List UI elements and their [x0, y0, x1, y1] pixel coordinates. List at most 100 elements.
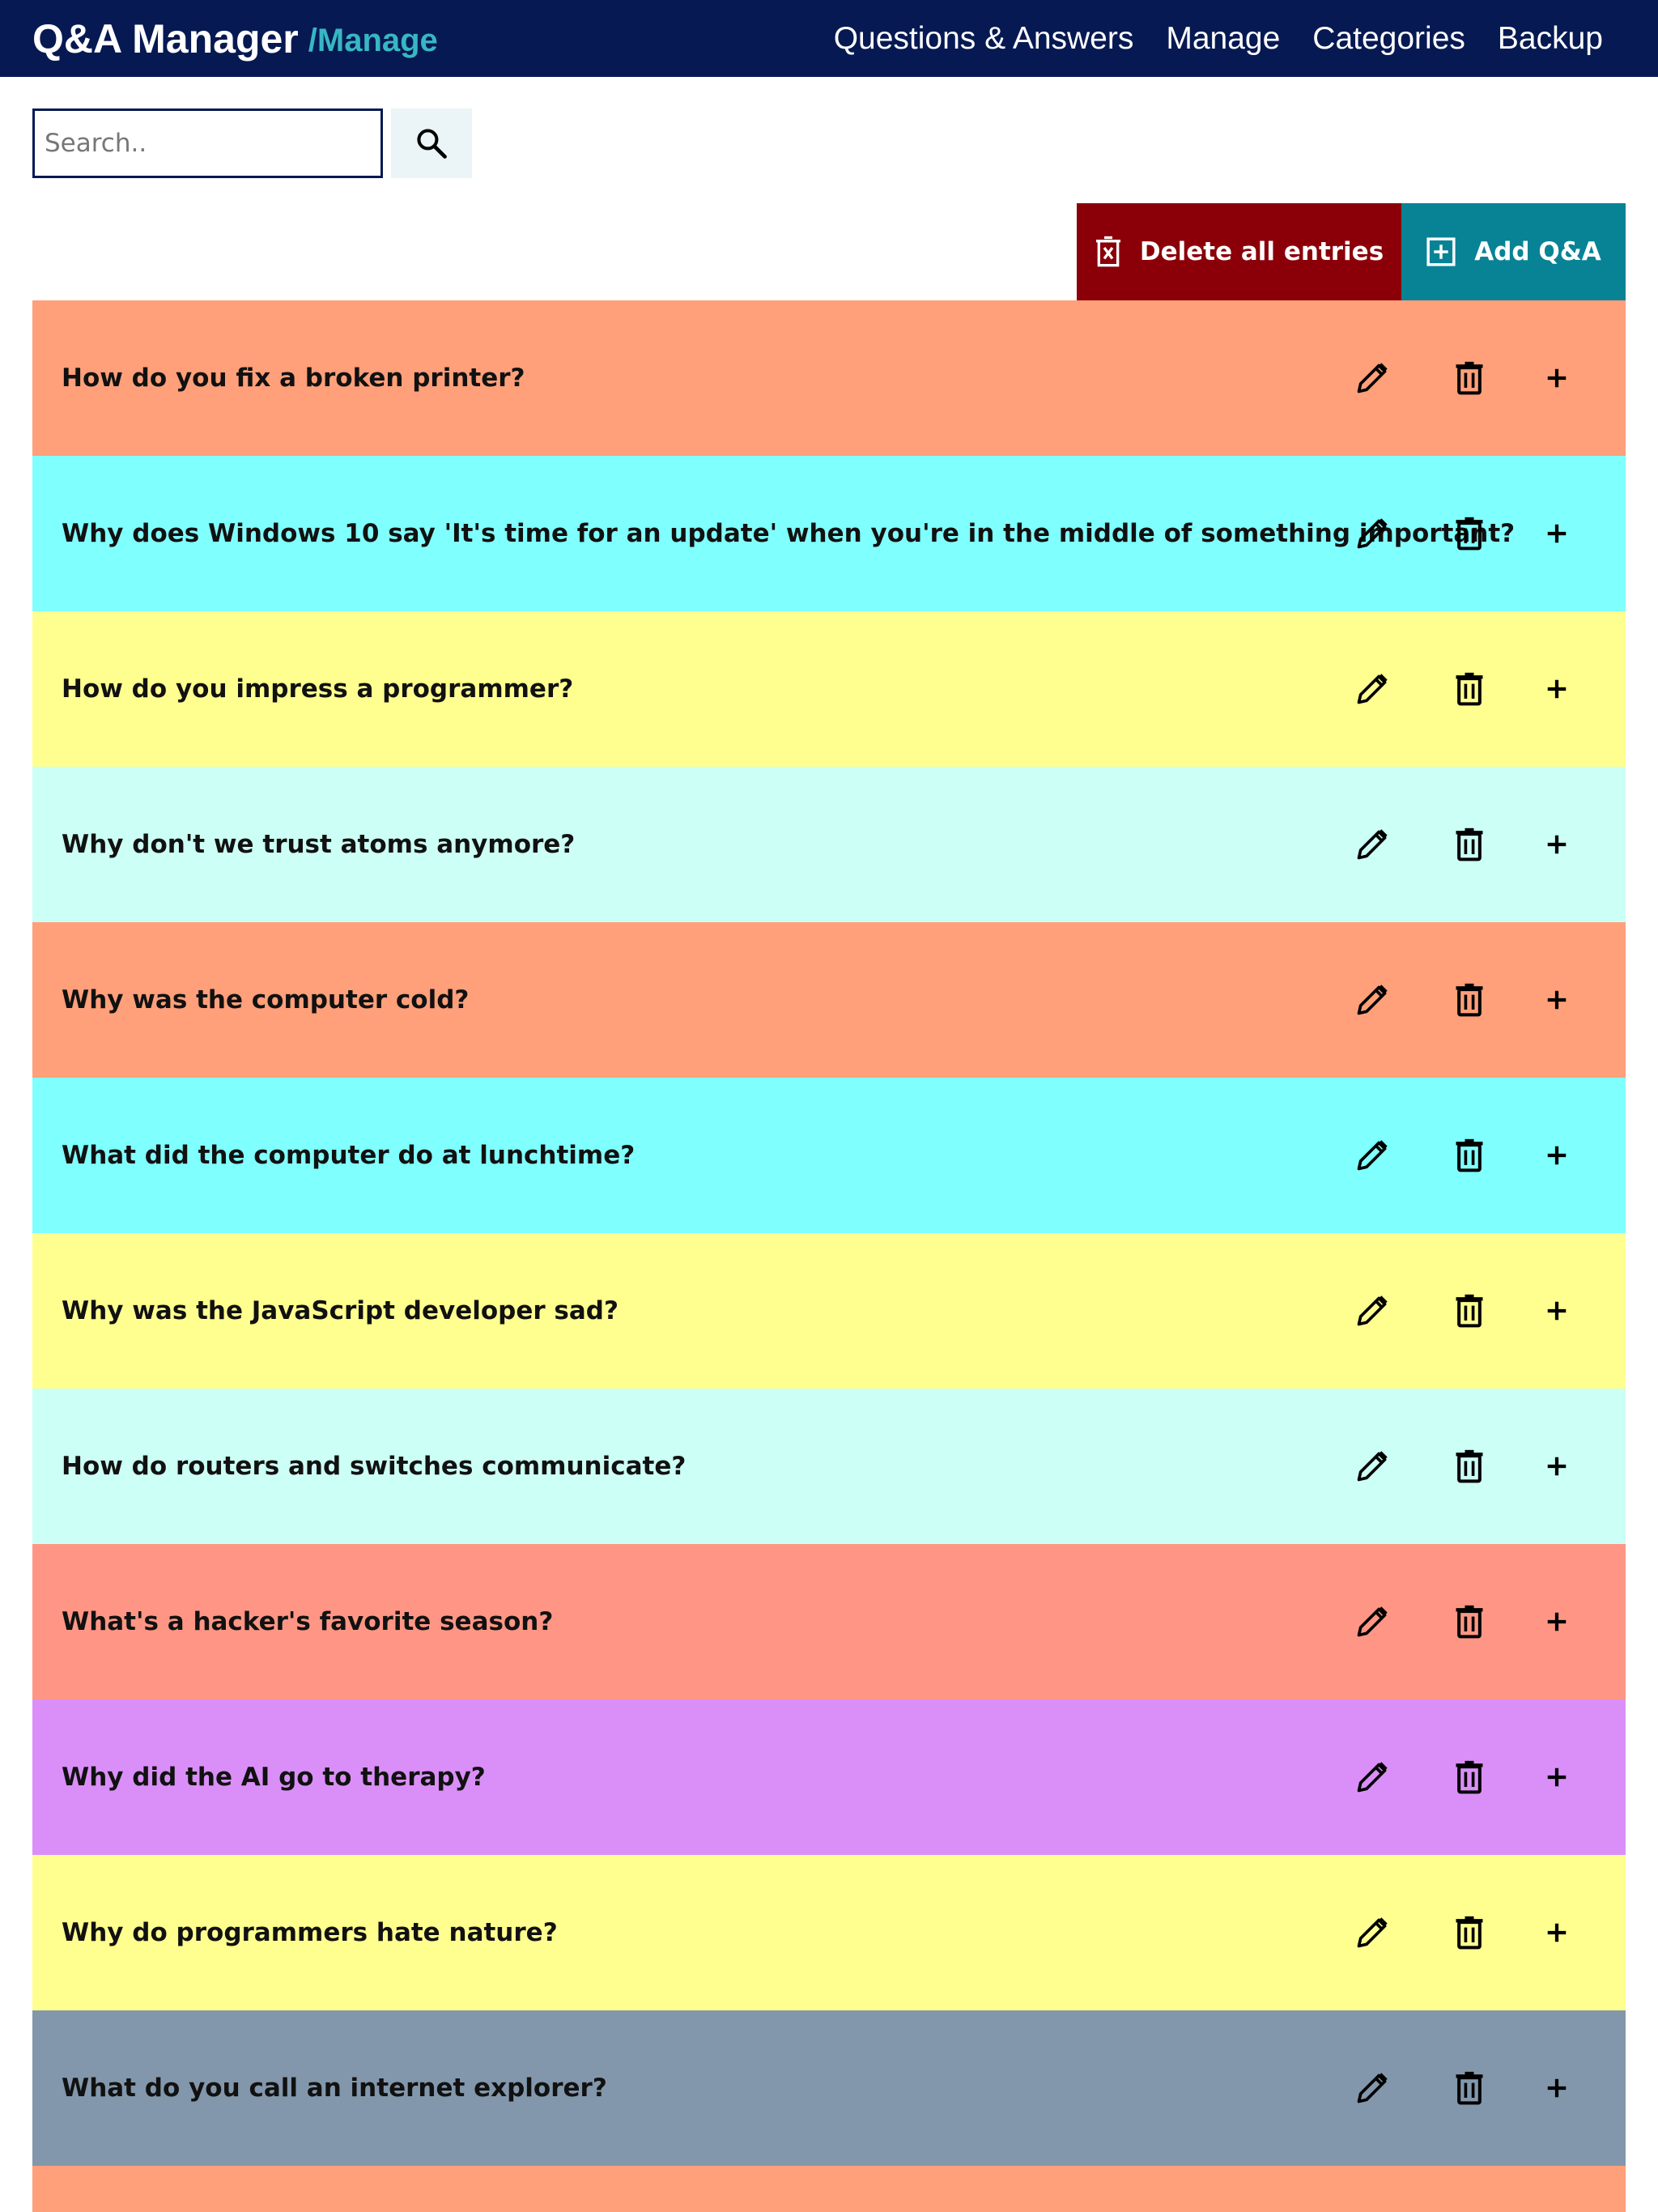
add-answer-button[interactable]: [1537, 824, 1577, 865]
pencil-icon: [1357, 1762, 1388, 1793]
qa-question[interactable]: What do you call an internet explorer?: [62, 2010, 607, 2166]
plus-icon: [1547, 1612, 1567, 1631]
qa-row[interactable]: Why don't we trust atoms anymore?: [32, 767, 1626, 922]
edit-button[interactable]: [1352, 1291, 1392, 1331]
plus-icon: [1547, 835, 1567, 854]
qa-row[interactable]: What did the computer do at lunchtime?: [32, 1078, 1626, 1233]
pencil-icon: [1357, 674, 1388, 704]
delete-all-icon: [1095, 236, 1120, 267]
edit-button[interactable]: [1352, 669, 1392, 709]
qa-question[interactable]: Why was the JavaScript developer sad?: [62, 1233, 619, 1389]
edit-button[interactable]: [1352, 513, 1392, 554]
qa-question[interactable]: What did the computer do at lunchtime?: [62, 1078, 635, 1233]
plus-icon: [1547, 990, 1567, 1010]
add-answer-button[interactable]: [1537, 2068, 1577, 2108]
delete-button[interactable]: [1449, 1135, 1490, 1176]
qa-question[interactable]: Why do programmers hate nature?: [62, 1855, 558, 2010]
qa-row[interactable]: Why was the JavaScript developer sad?: [32, 1233, 1626, 1389]
delete-button[interactable]: [1449, 1602, 1490, 1642]
delete-button[interactable]: [1449, 1446, 1490, 1487]
qa-row[interactable]: Why do programmers hate nature?: [32, 1855, 1626, 2010]
delete-button[interactable]: [1449, 824, 1490, 865]
qa-row[interactable]: How do routers and switches communicate?: [32, 1389, 1626, 1544]
add-qa-button[interactable]: Add Q&A: [1401, 203, 1626, 300]
nav-link-backup[interactable]: Backup: [1498, 21, 1603, 57]
delete-button[interactable]: [1449, 1291, 1490, 1331]
nav-link-manage[interactable]: Manage: [1166, 21, 1280, 57]
qa-row[interactable]: How do you impress a programmer?: [32, 611, 1626, 767]
qa-row[interactable]: [32, 2166, 1626, 2212]
qa-question[interactable]: Why did the AI go to therapy?: [62, 1699, 486, 1855]
plus-icon: [1547, 1457, 1567, 1476]
edit-button[interactable]: [1352, 824, 1392, 865]
add-answer-button[interactable]: [1537, 1135, 1577, 1176]
qa-list: How do you fix a broken printer? Why doe…: [32, 300, 1626, 2212]
delete-button[interactable]: [1449, 980, 1490, 1020]
edit-button[interactable]: [1352, 1912, 1392, 1953]
qa-question[interactable]: How do routers and switches communicate?: [62, 1389, 686, 1544]
qa-question[interactable]: Why was the computer cold?: [62, 922, 469, 1078]
edit-button[interactable]: [1352, 1446, 1392, 1487]
pencil-icon: [1357, 1295, 1388, 1326]
qa-question[interactable]: Why does Windows 10 say 'It's time for a…: [62, 456, 1515, 611]
qa-row[interactable]: Why does Windows 10 say 'It's time for a…: [32, 456, 1626, 611]
add-answer-button[interactable]: [1537, 1912, 1577, 1953]
qa-row[interactable]: What's a hacker's favorite season?: [32, 1544, 1626, 1699]
delete-button[interactable]: [1449, 1757, 1490, 1797]
trash-icon: [1456, 2071, 1483, 2105]
pencil-icon: [1357, 1917, 1388, 1948]
app-title[interactable]: Q&A Manager: [32, 15, 299, 62]
trash-icon: [1456, 1138, 1483, 1172]
qa-row[interactable]: Why did the AI go to therapy?: [32, 1699, 1626, 1855]
add-answer-button[interactable]: [1537, 513, 1577, 554]
page-subtitle: /Manage: [308, 23, 438, 58]
delete-button[interactable]: [1449, 669, 1490, 709]
edit-button[interactable]: [1352, 1757, 1392, 1797]
pencil-icon: [1357, 2073, 1388, 2104]
nav-link-questions-answers[interactable]: Questions & Answers: [834, 21, 1134, 57]
edit-button[interactable]: [1352, 980, 1392, 1020]
trash-icon: [1456, 827, 1483, 861]
add-answer-button[interactable]: [1537, 1291, 1577, 1331]
add-answer-button[interactable]: [1537, 669, 1577, 709]
add-answer-button[interactable]: [1537, 1602, 1577, 1642]
trash-icon: [1456, 361, 1483, 395]
delete-button[interactable]: [1449, 513, 1490, 554]
delete-button[interactable]: [1449, 2068, 1490, 2108]
pencil-icon: [1357, 985, 1388, 1015]
add-answer-button[interactable]: [1537, 358, 1577, 398]
edit-button[interactable]: [1352, 1602, 1392, 1642]
qa-question[interactable]: What's a hacker's favorite season?: [62, 1544, 553, 1699]
add-answer-button[interactable]: [1537, 980, 1577, 1020]
pencil-icon: [1357, 1140, 1388, 1171]
edit-button[interactable]: [1352, 358, 1392, 398]
main-nav: Questions & Answers Manage Categories Ba…: [834, 0, 1603, 77]
add-answer-button[interactable]: [1537, 1446, 1577, 1487]
pencil-icon: [1357, 829, 1388, 860]
edit-button[interactable]: [1352, 1135, 1392, 1176]
qa-row[interactable]: How do you fix a broken printer?: [32, 300, 1626, 456]
edit-button[interactable]: [1352, 2068, 1392, 2108]
delete-all-button[interactable]: Delete all entries: [1077, 203, 1401, 300]
plus-icon: [1547, 1923, 1567, 1942]
nav-link-categories[interactable]: Categories: [1312, 21, 1465, 57]
delete-button[interactable]: [1449, 358, 1490, 398]
qa-question[interactable]: How do you impress a programmer?: [62, 611, 573, 767]
search-input[interactable]: [32, 108, 383, 178]
search-button[interactable]: [391, 108, 472, 178]
plus-icon: [1547, 1767, 1567, 1787]
pencil-icon: [1357, 1606, 1388, 1637]
add-answer-button[interactable]: [1537, 1757, 1577, 1797]
brand[interactable]: Q&A Manager /Manage: [32, 0, 438, 77]
delete-button[interactable]: [1449, 1912, 1490, 1953]
trash-icon: [1456, 1760, 1483, 1794]
trash-icon: [1456, 517, 1483, 551]
plus-icon: [1547, 524, 1567, 543]
add-box-icon: [1426, 237, 1456, 266]
qa-question[interactable]: How do you fix a broken printer?: [62, 300, 525, 456]
trash-icon: [1456, 1449, 1483, 1483]
search-icon: [417, 129, 447, 159]
qa-question[interactable]: Why don't we trust atoms anymore?: [62, 767, 575, 922]
qa-row[interactable]: What do you call an internet explorer?: [32, 2010, 1626, 2166]
qa-row[interactable]: Why was the computer cold?: [32, 922, 1626, 1078]
